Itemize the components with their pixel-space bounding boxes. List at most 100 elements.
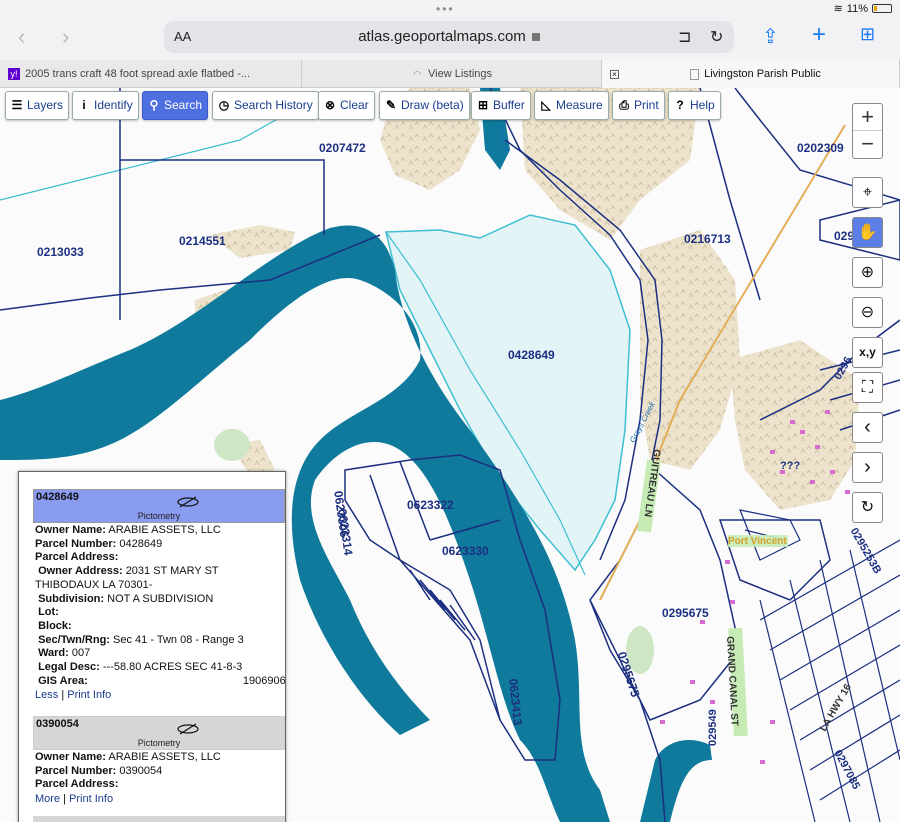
zoom-in-box-icon[interactable]: ⊕ — [852, 257, 883, 288]
road-label: GRAND CANAL ST — [724, 636, 740, 727]
parcel-label: 0207472 — [319, 141, 366, 155]
previous-extent-icon[interactable]: ‹ — [852, 412, 883, 443]
buffer-icon: ⊞ — [477, 98, 489, 112]
field-label: Parcel Number: — [35, 764, 117, 777]
parcel-label: 0297085 — [831, 748, 863, 792]
full-extent-icon[interactable]: ⛶ — [852, 372, 883, 403]
print-info-link[interactable]: Print Info — [67, 689, 111, 701]
field-label: Block: — [38, 619, 72, 632]
help-button[interactable]: ? Help — [668, 91, 721, 120]
parcel-label: 0623306 — [331, 490, 352, 539]
print-info-link[interactable]: Print Info — [69, 793, 113, 805]
result-header[interactable]: 0390054 Pictometry — [33, 716, 285, 750]
field-label: Parcel Number: — [35, 537, 117, 550]
clear-icon: ⊗ — [324, 98, 336, 112]
result-card-0390054: 0390054 Pictometry Owner Name: ARABIE AS… — [33, 716, 285, 807]
result-header[interactable]: 0428649 Pictometry — [33, 489, 285, 523]
zoom-control: + − — [852, 103, 883, 159]
new-tab-icon[interactable]: + — [812, 21, 826, 49]
info-icon: i — [82, 98, 86, 112]
parcel-label: 0623413 — [506, 678, 525, 726]
parcel-label: 029549 — [707, 709, 719, 746]
search-results-panel[interactable]: 0428649 Pictometry Owner Name: ARABIE AS… — [18, 471, 286, 822]
tabs-overview-icon[interactable]: ⊞ — [860, 24, 875, 45]
road-label: GUITREAU LN — [641, 448, 662, 518]
layers-button[interactable]: ☰ Layers — [5, 91, 70, 120]
close-tab-icon[interactable]: × — [610, 69, 619, 79]
back-icon[interactable]: ‹ — [18, 24, 25, 50]
zoom-out-box-icon[interactable]: ⊖ — [852, 297, 883, 328]
parcel-label: 0214551 — [179, 234, 226, 248]
pictometry-icon[interactable] — [176, 722, 200, 736]
share-icon[interactable]: ⇪ — [762, 24, 779, 49]
measure-button[interactable]: ◺ Measure — [534, 91, 609, 120]
result-card-next[interactable] — [33, 816, 285, 822]
wifi-icon: ≋ — [833, 3, 843, 15]
road-label: LA HWY 16 — [818, 682, 854, 734]
pictometry-icon[interactable] — [176, 495, 200, 509]
draw-button[interactable]: ✎ Draw (beta) — [379, 91, 470, 120]
identify-button[interactable]: i Identify — [72, 91, 139, 120]
field-label: Sec/Twn/Rng: — [38, 633, 110, 646]
clear-button[interactable]: ⊗ Clear — [318, 91, 375, 120]
owner-name: ARABIE ASSETS, LLC — [108, 751, 221, 763]
tab-yahoo[interactable]: y! 2005 trans craft 48 foot spread axle f… — [0, 60, 302, 88]
tab-view-listings[interactable]: ◠ View Listings — [302, 60, 602, 88]
parcel-label: 0295675 — [662, 606, 709, 620]
less-link[interactable]: Less — [35, 689, 58, 701]
pictometry-link[interactable]: Pictometry — [34, 737, 284, 751]
parcel-label: 0428649 — [508, 348, 555, 362]
field-label: GIS Area: — [38, 674, 88, 687]
parcel-label: 0295675 — [614, 650, 643, 699]
status-bar: ••• ≋ 11% — [0, 0, 900, 18]
status-right: ≋ 11% — [834, 2, 892, 15]
field-label: Owner Address: — [38, 565, 123, 578]
loading-icon: ◠ — [413, 69, 421, 80]
extension-icon[interactable]: ⊐ — [678, 27, 691, 47]
multitask-dots-icon[interactable]: ••• — [436, 2, 455, 16]
search-icon: ⚲ — [149, 98, 159, 112]
address-bar[interactable]: AA atlas.geoportalmaps.com ⊐ ↻ — [164, 21, 734, 53]
ward: 007 — [71, 647, 91, 660]
zoom-out-icon[interactable]: − — [853, 131, 882, 158]
water-label: Grays Creek — [628, 400, 658, 445]
pan-hand-icon[interactable]: ✋ — [852, 217, 883, 248]
link-separator: | — [61, 689, 65, 702]
locate-icon[interactable]: ⌖ — [852, 177, 883, 208]
parcel-label: ??? — [780, 460, 801, 472]
parcel-label: 0623322 — [407, 498, 454, 512]
next-extent-icon[interactable]: › — [852, 452, 883, 483]
refresh-icon[interactable]: ↻ — [852, 492, 883, 523]
zoom-in-icon[interactable]: + — [853, 104, 882, 131]
pencil-icon: ✎ — [385, 98, 397, 112]
reload-icon[interactable]: ↻ — [710, 27, 723, 47]
coordinates-button[interactable]: x,y — [852, 337, 883, 368]
pictometry-link[interactable]: Pictometry — [34, 510, 284, 524]
field-label: Owner Name: — [35, 524, 106, 536]
parcel-label: 0295253B — [847, 526, 884, 576]
result-parcel-id: 0390054 — [36, 718, 79, 730]
field-label: Lot: — [38, 606, 59, 619]
owner-address-line2: THIBODAUX LA 70301- — [35, 578, 153, 591]
owner-name: ARABIE ASSETS, LLC — [108, 524, 221, 536]
ruler-icon: ◺ — [541, 98, 551, 112]
search-button[interactable]: ⚲ Search — [142, 91, 209, 120]
tab-livingston[interactable]: × Livingston Parish Public — [602, 60, 900, 88]
forward-icon[interactable]: › — [62, 24, 69, 50]
gis-area: 1906906.23 — [242, 674, 286, 687]
layers-icon: ☰ — [11, 98, 23, 112]
field-label: Legal Desc: — [38, 661, 100, 674]
page-icon — [690, 68, 700, 80]
link-separator: | — [63, 793, 66, 806]
field-label: Subdivision: — [38, 592, 105, 605]
search-history-button[interactable]: ◷ Search History — [212, 91, 319, 120]
battery-percent: 11% — [846, 2, 868, 15]
legal-desc: ---58.80 ACRES SEC 41-8-3 — [102, 661, 243, 674]
printer-icon: ⎙ — [619, 98, 629, 112]
buffer-button[interactable]: ⊞ Buffer — [471, 91, 531, 120]
result-card-0428649: 0428649 Pictometry Owner Name: ARABIE AS… — [33, 489, 285, 703]
field-label: Ward: — [38, 647, 69, 660]
url-text: atlas.geoportalmaps.com — [358, 28, 526, 45]
more-link[interactable]: More — [35, 793, 60, 805]
print-button[interactable]: ⎙ Print — [612, 91, 665, 120]
